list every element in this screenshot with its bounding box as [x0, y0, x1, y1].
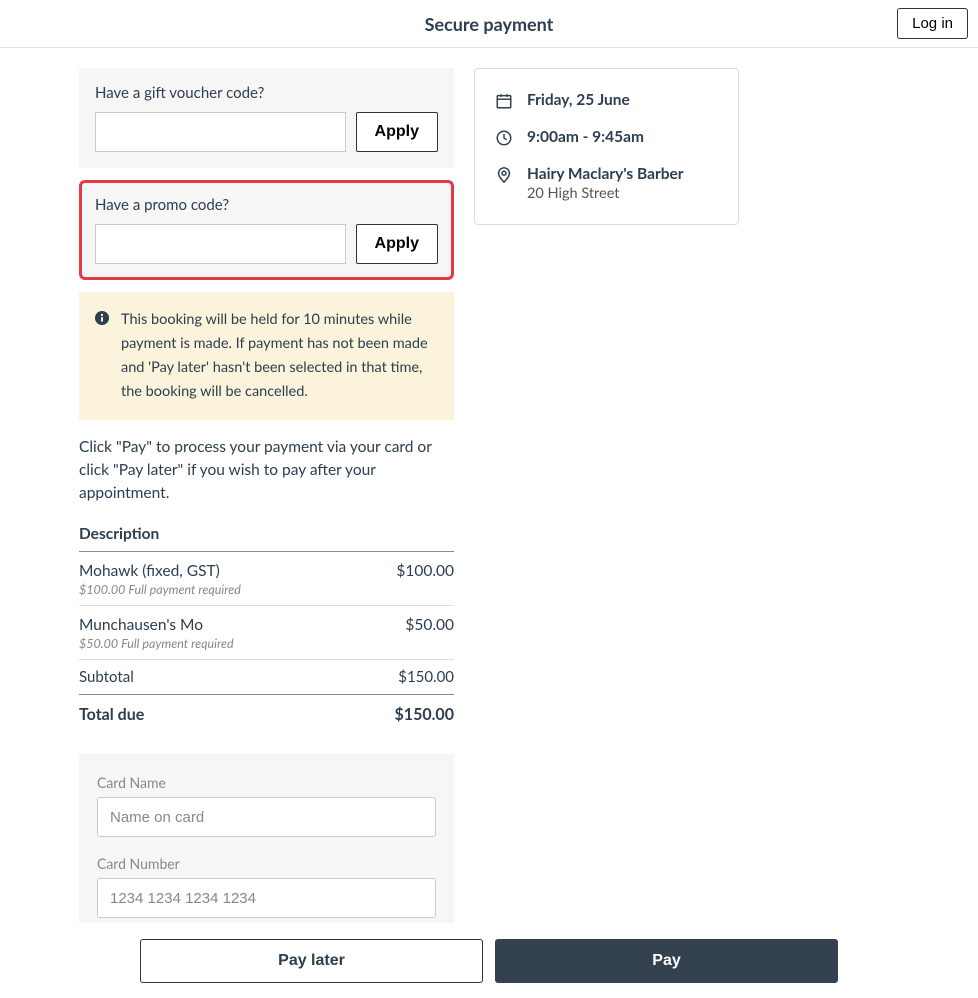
hold-notice: This booking will be held for 10 minutes… — [79, 292, 454, 420]
gift-voucher-apply-button[interactable]: Apply — [356, 112, 438, 152]
total-value: $150.00 — [395, 705, 454, 724]
total-row: Total due $150.00 — [79, 695, 454, 744]
total-label: Total due — [79, 705, 144, 724]
card-name-input[interactable] — [97, 797, 436, 837]
item-sub: $100.00 Full payment required — [79, 582, 454, 597]
booking-time: 9:00am - 9:45am — [527, 128, 644, 146]
card-name-label: Card Name — [97, 774, 436, 791]
subtotal-label: Subtotal — [79, 668, 134, 686]
booking-address: 20 High Street — [527, 185, 684, 202]
footer: Pay later Pay — [0, 923, 978, 998]
gift-voucher-label: Have a gift voucher code? — [95, 84, 438, 102]
subtotal-row: Subtotal $150.00 — [79, 660, 454, 695]
promo-code-section: Have a promo code? Apply — [79, 180, 454, 280]
pay-later-button[interactable]: Pay later — [140, 939, 483, 983]
header: Secure payment Log in — [0, 0, 978, 48]
booking-date: Friday, 25 June — [527, 91, 630, 109]
payment-instruction: Click "Pay" to process your payment via … — [79, 436, 454, 506]
card-number-input[interactable] — [97, 878, 436, 918]
calendar-icon — [495, 91, 513, 110]
promo-code-apply-button[interactable]: Apply — [356, 224, 438, 264]
item-sub: $50.00 Full payment required — [79, 636, 454, 651]
hold-notice-text: This booking will be held for 10 minutes… — [121, 308, 438, 404]
gift-voucher-input[interactable] — [95, 112, 346, 152]
main-scroll-pane[interactable]: Have a gift voucher code? Apply Have a p… — [0, 48, 978, 923]
item-price: $50.00 — [405, 616, 454, 634]
info-icon — [95, 308, 109, 404]
description-header: Description — [79, 525, 454, 552]
line-item: Munchausen's Mo $50.00 $50.00 Full payme… — [79, 606, 454, 660]
gift-voucher-section: Have a gift voucher code? Apply — [79, 68, 454, 168]
promo-code-input[interactable] — [95, 224, 346, 264]
card-form: Card Name Card Number Expires — [79, 754, 454, 923]
clock-icon — [495, 128, 513, 147]
booking-location: Hairy Maclary's Barber 20 High Street — [527, 165, 684, 202]
page-title: Secure payment — [425, 13, 554, 35]
promo-code-label: Have a promo code? — [95, 196, 438, 214]
card-number-label: Card Number — [97, 855, 436, 872]
pay-button[interactable]: Pay — [495, 939, 838, 983]
item-name: Mohawk (fixed, GST) — [79, 562, 220, 580]
subtotal-value: $150.00 — [398, 668, 454, 686]
location-pin-icon — [495, 165, 513, 184]
login-button[interactable]: Log in — [897, 8, 968, 39]
booking-summary: Friday, 25 June 9:00am - 9:45am Hai — [474, 68, 739, 225]
line-item: Mohawk (fixed, GST) $100.00 $100.00 Full… — [79, 552, 454, 606]
item-price: $100.00 — [396, 562, 454, 580]
item-name: Munchausen's Mo — [79, 616, 203, 634]
